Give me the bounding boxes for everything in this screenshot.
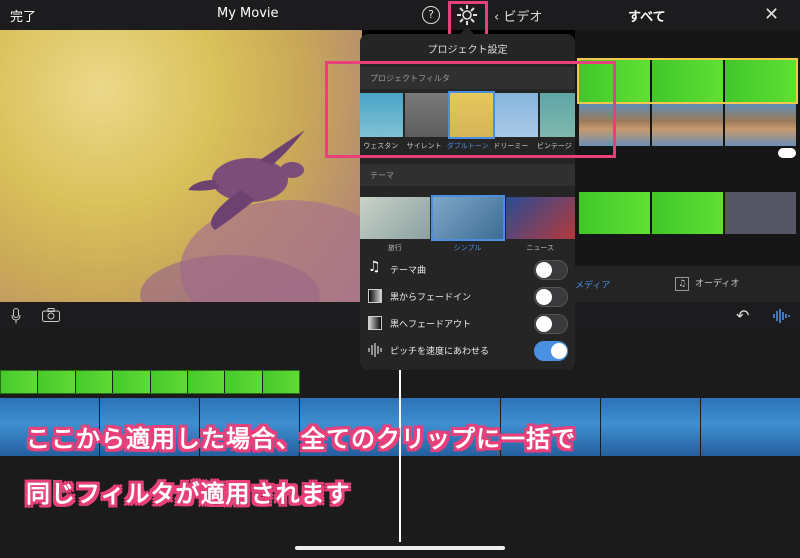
pitch-speed-toggle[interactable] [534, 341, 568, 361]
theme-travel[interactable] [360, 197, 430, 239]
filter-highlight-box [325, 61, 616, 158]
theme-section-header: テーマ [360, 164, 575, 186]
theme-labels: 旅行 シンプル ニュース [360, 243, 575, 253]
popover-title: プロジェクト設定 [427, 45, 508, 56]
clip-thumb [725, 192, 796, 234]
close-icon[interactable]: ✕ [764, 4, 779, 25]
home-indicator [295, 546, 505, 550]
clip-thumb [725, 104, 796, 146]
tab-media[interactable]: メディア [575, 278, 610, 291]
clip-thumb [652, 104, 723, 146]
clip-frame [225, 371, 262, 393]
clip-thumb [579, 192, 650, 234]
toggle-knob [536, 289, 552, 305]
back-to-video-button[interactable]: ‹ ビデオ [494, 6, 542, 25]
waveform-icon[interactable] [772, 308, 790, 324]
fade-out-toggle[interactable] [534, 314, 568, 334]
clip-thumb [725, 60, 796, 102]
media-category-title: すべて [628, 10, 666, 25]
setting-label: 黒からフェードイン [390, 293, 472, 303]
waveform-icon [368, 343, 382, 357]
fade-in-toggle[interactable] [534, 287, 568, 307]
tab-audio-label: オーディオ [695, 279, 740, 289]
fade-in-icon [368, 289, 382, 303]
back-label: ビデオ [503, 10, 543, 25]
theme-list [360, 195, 575, 241]
fade-out-icon [368, 316, 382, 330]
setting-theme-music: ♫ テーマ曲 [368, 259, 568, 280]
clip-frame [600, 398, 700, 456]
toggle-knob [536, 316, 552, 332]
clip-frame [262, 371, 299, 393]
tab-audio[interactable]: ♫ オーディオ [675, 276, 739, 291]
camera-icon[interactable] [42, 308, 60, 322]
setting-fade-out: 黒へフェードアウト [368, 314, 568, 334]
theme-music-toggle[interactable] [534, 260, 568, 280]
turtle-preview-image [140, 130, 362, 302]
chevron-left-icon: ‹ [494, 10, 504, 25]
video-preview[interactable] [0, 30, 362, 302]
clip-thumb [652, 192, 723, 234]
theme-simple[interactable] [431, 195, 505, 241]
project-title: My Movie [217, 6, 279, 21]
clip-frame [75, 371, 113, 393]
clip-frame [150, 371, 187, 393]
setting-label: テーマ曲 [390, 266, 427, 276]
toggle-knob [551, 343, 567, 359]
done-button[interactable]: 完了 [10, 6, 36, 25]
cloud-icon [778, 148, 796, 158]
theme-label-selected: シンプル [453, 244, 482, 252]
theme-news[interactable] [506, 197, 575, 239]
toggle-knob [536, 262, 552, 278]
theme-label: 旅行 [387, 244, 402, 252]
top-toolbar: 完了 My Movie ? ‹ ビデオ すべて ✕ [0, 0, 800, 39]
setting-fade-in: 黒からフェードイン [368, 287, 568, 307]
clip-frame [187, 371, 225, 393]
clip-frame [1, 371, 38, 393]
media-tab-bar: メディア ♫ オーディオ [575, 266, 800, 302]
timeline-clip-green[interactable] [0, 370, 300, 394]
setting-label: ピッチを速度にあわせる [390, 347, 490, 357]
music-note-icon: ♫ [675, 277, 689, 291]
theme-label: ニュース [526, 244, 554, 252]
clip-frame [113, 371, 150, 393]
clip-frame [38, 371, 75, 393]
help-icon[interactable]: ? [422, 6, 440, 24]
caption-line-1: ここから適用した場合、全てのクリップに一括で [26, 425, 576, 453]
clip-thumb [652, 60, 723, 102]
clip-frame [700, 398, 800, 456]
media-clip-green-2[interactable] [579, 192, 796, 234]
imovie-app: 完了 My Movie ? ‹ ビデオ すべて ✕ メディア ♫ オーディオ ↶… [0, 0, 800, 558]
setting-pitch-speed: ピッチを速度にあわせる [368, 341, 568, 361]
music-note-icon: ♫ [368, 259, 381, 275]
microphone-icon[interactable] [11, 308, 21, 324]
caption-line-2: 同じフィルタが適用されます [26, 480, 351, 508]
undo-icon[interactable]: ↶ [736, 306, 749, 325]
setting-label: 黒へフェードアウト [390, 320, 472, 330]
